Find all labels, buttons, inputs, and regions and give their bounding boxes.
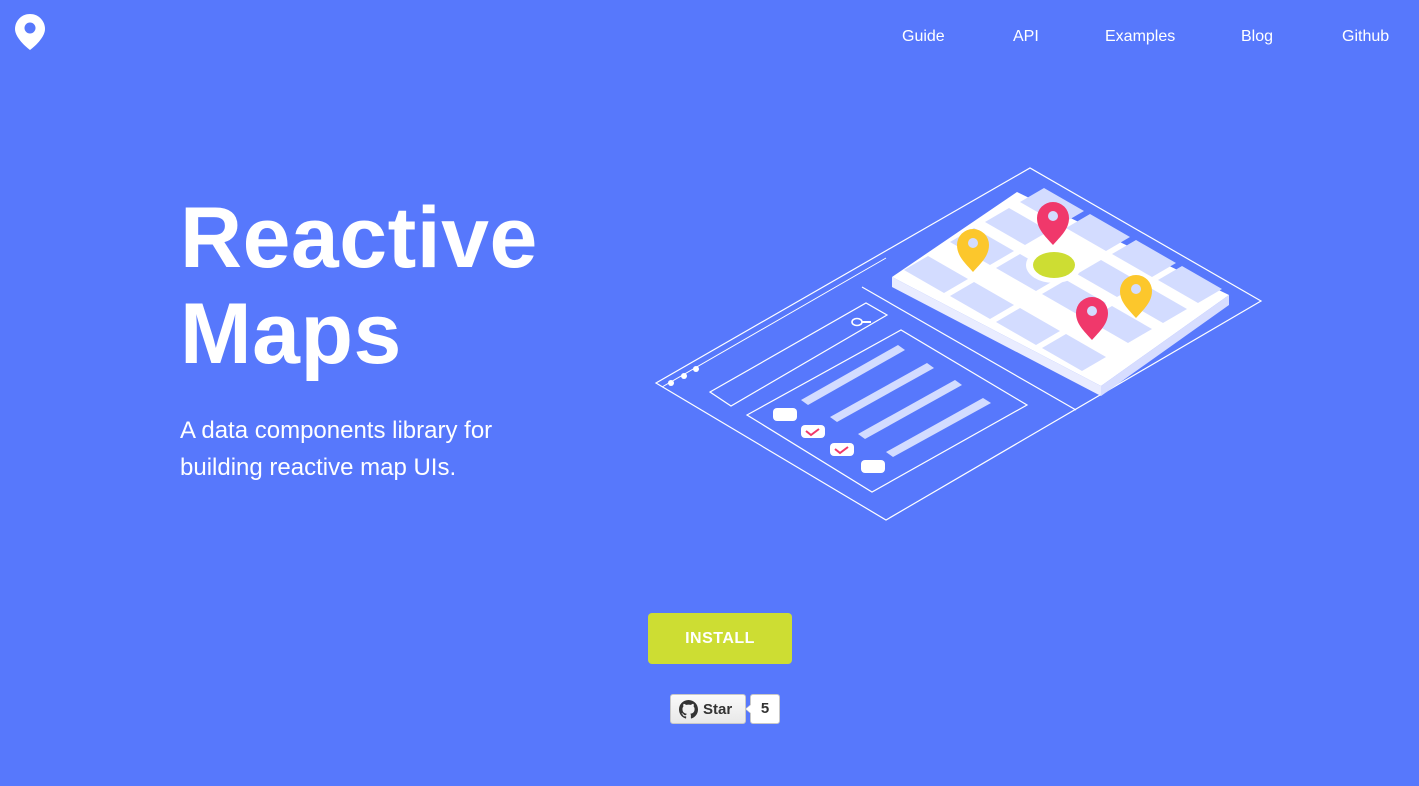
isometric-map-ui-icon (654, 167, 1263, 521)
top-nav: Guide API Examples Blog Github (0, 26, 1419, 48)
hero-title-line1: Reactive (180, 190, 538, 286)
nav-link-examples[interactable]: Examples (1105, 26, 1175, 48)
hero-title: Reactive Maps (180, 190, 538, 382)
hero-title-line2: Maps (180, 286, 402, 382)
github-star-count[interactable]: 5 (745, 694, 780, 724)
hero-subtitle: A data components library for building r… (180, 417, 493, 481)
nav-link-github[interactable]: Github (1342, 26, 1389, 48)
github-star-button[interactable]: Star (670, 694, 746, 724)
nav-link-api[interactable]: API (1013, 26, 1039, 48)
github-star-label: Star (703, 701, 733, 718)
nav-link-blog[interactable]: Blog (1241, 26, 1273, 48)
nav-link-guide[interactable]: Guide (902, 26, 945, 48)
github-icon (679, 700, 698, 719)
install-button[interactable]: INSTALL (648, 613, 792, 664)
